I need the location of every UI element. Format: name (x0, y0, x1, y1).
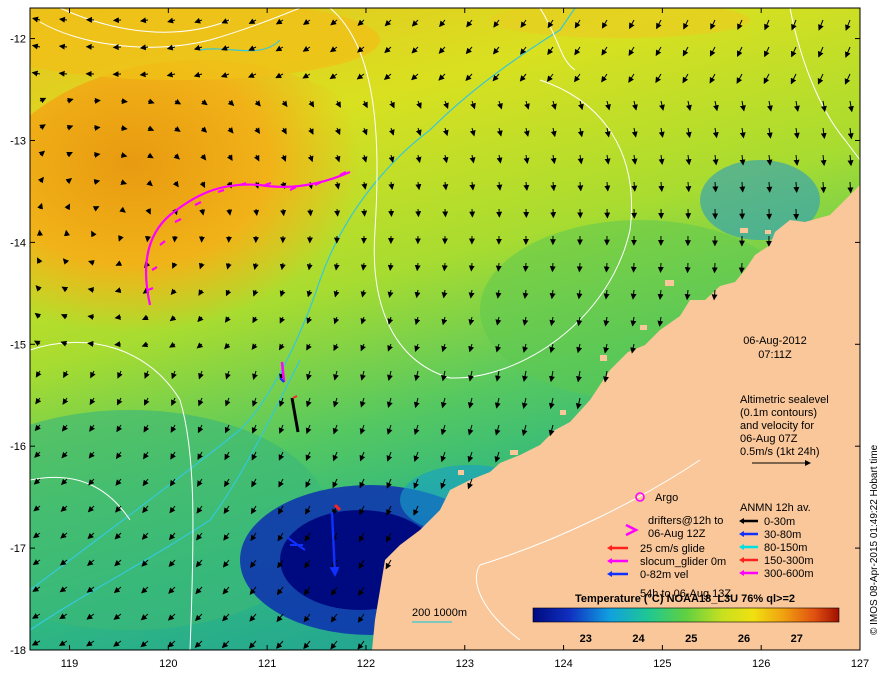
altimetry-line: 06-Aug 07Z (740, 433, 798, 445)
lon-tick-label: 124 (554, 658, 572, 670)
velocity-arrow (36, 229, 43, 237)
velocity-arrow (334, 208, 341, 217)
anmn-legend-label: 30-80m (764, 529, 801, 541)
anmn-legend-label: 300-600m (764, 568, 814, 580)
velocity-arrow (120, 98, 128, 105)
velocity-arrow (144, 235, 151, 243)
lat-tick-label: -13 (10, 135, 26, 147)
sst-map-figure: 119 120 121 122 123 124 125 126 127 -12 -13 -14 -15… (10, 7, 880, 670)
glider-legend-label: 25 cm/s glide (640, 543, 705, 555)
lon-tick-label: 121 (258, 658, 276, 670)
lon-tick-label: 120 (159, 658, 177, 670)
velocity-arrow (442, 208, 449, 218)
velocity-arrow (576, 262, 583, 273)
colorbar-tick-label: 27 (791, 633, 803, 645)
velocity-arrow (820, 181, 827, 194)
credit-text: © IMOS 08-Apr-2015 01:49:22 Hobart time (869, 444, 880, 635)
lon-tick-label: 122 (357, 658, 375, 670)
lon-tick-label: 125 (653, 658, 671, 670)
velocity-arrow (441, 262, 448, 272)
velocity-arrow (361, 208, 368, 217)
velocity-arrow (712, 181, 719, 193)
velocity-arrow (87, 340, 95, 347)
velocity-arrow (522, 262, 529, 272)
lon-tick-label: 119 (61, 658, 79, 670)
drifter-legend-line: 06-Aug 12Z (648, 528, 706, 540)
velocity-arrow (415, 208, 422, 218)
lat-tick-label: -17 (10, 543, 26, 555)
lat-tick-label: -15 (10, 339, 26, 351)
map-date: 06-Aug-2012 (743, 335, 807, 347)
velocity-arrow (630, 262, 637, 273)
colorbar (532, 607, 840, 623)
velocity-arrow (307, 208, 314, 217)
glider-legend-label: 0-82m vel (640, 569, 688, 581)
anmn-legend-title: ANMN 12h av. (740, 502, 811, 514)
altimetry-line: 0.5m/s (1kt 24h) (740, 446, 819, 458)
velocity-arrow (495, 262, 502, 272)
lat-tick-label: -12 (10, 34, 26, 46)
velocity-arrow (468, 262, 475, 272)
velocity-arrow (738, 262, 745, 274)
velocity-arrow (549, 262, 556, 273)
north-east-band (490, 8, 750, 38)
altimetry-line: and velocity for (740, 420, 814, 432)
map-plot-area (30, 8, 860, 650)
map-time: 07:11Z (758, 349, 792, 361)
colorbar-tick-label: 24 (632, 633, 645, 645)
velocity-arrow (847, 181, 854, 194)
anmn-legend-label: 150-300m (764, 555, 814, 567)
lat-tick-label: -16 (10, 441, 26, 453)
velocity-arrow (388, 208, 395, 217)
velocity-arrow (280, 208, 287, 217)
lat-tick-label: -18 (10, 645, 26, 657)
velocity-arrow (93, 97, 101, 104)
lon-tick-label: 123 (456, 658, 474, 670)
altimetry-line: Altimetric sealevel (740, 394, 829, 406)
lon-tick-label: 127 (851, 658, 869, 670)
colorbar-tick-label: 23 (580, 633, 592, 645)
argo-label: Argo (655, 492, 678, 504)
isobath-label: 200 1000m (412, 607, 467, 619)
velocity-arrow (93, 124, 101, 131)
colorbar-title: Temperature (°C) NOAA18_L3U 76% ql>=2 (575, 593, 795, 605)
colorbar-tick-label: 26 (738, 633, 750, 645)
velocity-arrow (603, 262, 610, 273)
velocity-arrow (766, 181, 773, 193)
velocity-arrow (793, 181, 800, 193)
velocity-arrow (711, 262, 718, 274)
velocity-arrow (657, 262, 664, 273)
lat-tick-label: -14 (10, 237, 26, 249)
velocity-arrow (739, 181, 746, 193)
velocity-arrow (87, 313, 95, 320)
altimetry-line: (0.1m contours) (740, 407, 817, 419)
glider-legend-label: slocum_glider 0m (640, 556, 726, 568)
lon-tick-label: 126 (752, 658, 770, 670)
anmn-legend-label: 0-30m (764, 516, 795, 528)
drifter-legend-line: drifters@12h to (648, 515, 723, 527)
anmn-legend-label: 80-150m (764, 542, 807, 554)
velocity-arrow (684, 262, 691, 274)
colorbar-tick-label: 25 (685, 633, 697, 645)
velocity-arrow (171, 235, 178, 243)
